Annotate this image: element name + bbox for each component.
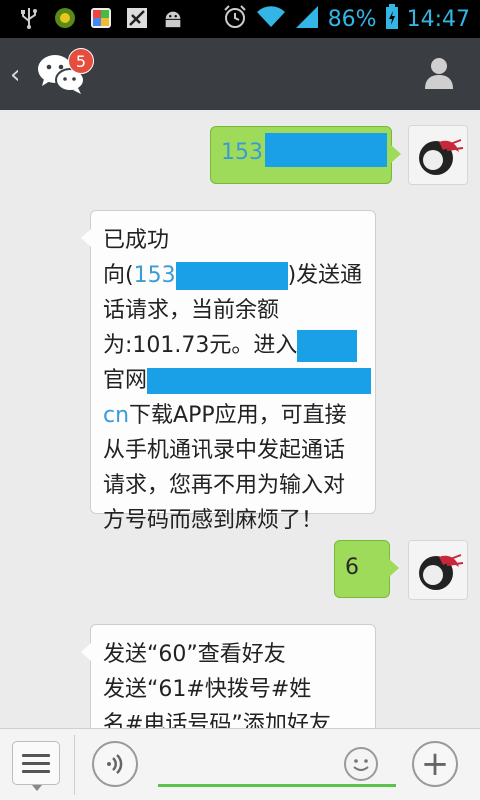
plus-icon[interactable]: +: [412, 741, 458, 787]
emoji-icon[interactable]: [344, 747, 378, 781]
message-list[interactable]: 153 已成功 向(153)发送通 话请求，当前余额 为:101.73元。进入 …: [0, 110, 480, 728]
message-line: 已成功: [103, 228, 170, 253]
divider: [74, 735, 75, 795]
chevron-left-icon[interactable]: ‹: [10, 60, 20, 90]
menu-icon[interactable]: [12, 741, 60, 791]
battery-icon: [385, 4, 399, 34]
message-line: 名#电话号码”添加好友: [103, 712, 331, 728]
profile-icon[interactable]: [424, 56, 454, 90]
message-line: 发送“60”查看好友: [103, 642, 286, 667]
message-line: 从手机通讯录中发起通话: [103, 438, 346, 463]
usb-icon: [18, 7, 40, 29]
incoming-message-bubble[interactable]: 发送“60”查看好友 发送“61#快拨号#姓 名#电话号码”添加好友: [81, 624, 376, 728]
redaction-block: [265, 133, 387, 167]
own-avatar[interactable]: [408, 125, 468, 185]
own-avatar[interactable]: [408, 540, 468, 600]
incoming-message-bubble[interactable]: 已成功 向(153)发送通 话请求，当前余额 为:101.73元。进入 官网 c…: [81, 210, 376, 533]
outgoing-message-bubble[interactable]: 6: [334, 540, 399, 598]
unread-badge: 5: [68, 48, 94, 74]
status-bar: 86% 14:47: [0, 0, 480, 38]
app-notification-icon: [54, 7, 76, 29]
input-bar: +: [0, 728, 480, 800]
chat-header: ‹ 5: [0, 38, 480, 110]
redaction-block: [147, 368, 372, 394]
wifi-icon: [256, 5, 286, 33]
message-line: 话请求，当前余额: [103, 298, 280, 323]
message-line: 发送“61#快拨号#姓: [103, 677, 312, 702]
redaction-block: [297, 330, 358, 362]
store-icon: [90, 7, 112, 29]
message-text: 153: [221, 140, 263, 165]
alarm-icon: [222, 4, 248, 34]
message-text: 6: [345, 555, 359, 580]
android-icon: [162, 7, 184, 29]
message-line: 官网: [103, 363, 372, 398]
message-line: 请求，您再不用为输入对: [103, 473, 346, 498]
message-line: 为:101.73元。进入: [103, 328, 365, 363]
clock: 14:47: [406, 6, 470, 32]
debug-icon: [126, 7, 148, 29]
outgoing-message-bubble[interactable]: 153: [210, 126, 401, 184]
message-line: 向(153)发送通: [103, 262, 363, 290]
battery-percent: 86%: [327, 6, 377, 32]
signal-icon: [294, 4, 320, 34]
message-line: 方号码而感到麻烦了！: [103, 508, 324, 533]
redaction-block: [175, 262, 288, 290]
message-line: cn下载APP应用，可直接: [103, 403, 347, 428]
voice-icon[interactable]: [92, 741, 138, 787]
